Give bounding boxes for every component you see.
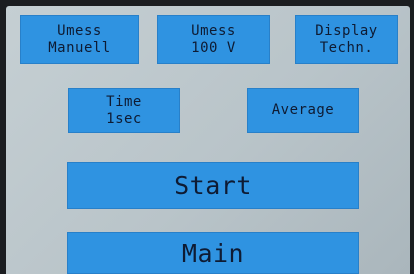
average-label: Average: [271, 102, 335, 118]
device-bezel: Umess Manuell Umess 100 V Display Techn.…: [0, 0, 414, 274]
umess-manuell-button[interactable]: Umess Manuell: [20, 15, 139, 64]
display-techn-button[interactable]: Display Techn.: [295, 15, 398, 64]
umess-100v-line1: Umess: [191, 22, 236, 39]
umess-manuell-line2: Manuell: [48, 39, 111, 56]
main-label: Main: [181, 238, 245, 268]
display-techn-line1: Display: [315, 22, 378, 39]
average-button[interactable]: Average: [247, 88, 359, 133]
time-line1: Time: [106, 93, 142, 110]
start-button[interactable]: Start: [67, 162, 359, 209]
umess-manuell-line1: Umess: [57, 22, 102, 39]
time-line2: 1sec: [106, 110, 142, 127]
main-button[interactable]: Main: [67, 232, 359, 274]
touch-screen: Umess Manuell Umess 100 V Display Techn.…: [6, 6, 410, 274]
start-label: Start: [174, 171, 252, 200]
display-techn-line2: Techn.: [319, 39, 374, 56]
umess-100v-line2: 100 V: [191, 39, 236, 56]
time-button[interactable]: Time 1sec: [68, 88, 180, 133]
umess-100v-button[interactable]: Umess 100 V: [157, 15, 270, 64]
